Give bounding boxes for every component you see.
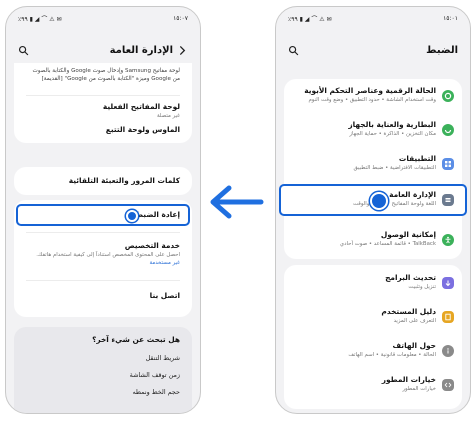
- item-title: الحالة الرقمية وعناصر التحكم الأبوية: [304, 86, 436, 95]
- suggestion-link[interactable]: زمن توقف الشاشة: [14, 371, 192, 380]
- status-bar: ٪٩٩ ▮ ◢ ⌒ ⚠ ✉ ١٥:٠٧: [18, 13, 188, 23]
- settings-group-1: الحالة الرقمية وعناصر التحكم الأبوية وقت…: [279, 79, 467, 259]
- keyboard-description: لوحة مفاتيح Samsung وإدخال صوت Google وا…: [32, 68, 180, 82]
- item-title: خيارات المطور: [381, 375, 436, 384]
- item-subtitle: التطبيقات الافتراضية • ضبط التطبيق: [353, 165, 436, 171]
- item-title: كلمات المرور والتعبئة التلقائية: [68, 176, 180, 185]
- screen-header: الإدارة العامة: [18, 41, 188, 59]
- suggestion-text: شريط التنقل: [145, 354, 180, 362]
- tap-indicator: [126, 210, 138, 222]
- suggestion-link[interactable]: حجم الخط ونمطه: [14, 388, 192, 397]
- suggestion-text: زمن توقف الشاشة: [129, 371, 180, 379]
- software-update-item[interactable]: تحديث البرامج تنزيل وتثبيت: [284, 273, 462, 291]
- search-button[interactable]: [288, 45, 299, 56]
- item-title: خدمة التخصيص: [124, 241, 180, 250]
- left-arrow-icon: [210, 185, 264, 219]
- item-subtitle: خيارات المطور: [402, 386, 436, 392]
- page-title: الإدارة العامة: [109, 44, 173, 56]
- status-time: ١٥:٠١: [443, 14, 458, 22]
- suggestion-link[interactable]: شريط التنقل: [14, 354, 192, 363]
- passwords-card: كلمات المرور والتعبئة التلقائية: [14, 167, 192, 195]
- item-title: حول الهاتف: [392, 341, 437, 350]
- keyboard-list-item[interactable]: لوحة مفاتيح Samsung وإدخال صوت Google وا…: [14, 67, 192, 83]
- apps-item[interactable]: التطبيقات التطبيقات الافتراضية • ضبط الت…: [284, 154, 462, 172]
- divider: [26, 280, 180, 281]
- search-button[interactable]: [18, 45, 29, 56]
- search-icon: [18, 45, 29, 55]
- physical-keyboard-item[interactable]: لوحة المفاتيح الفعلية غير متصلة: [14, 102, 192, 120]
- phone-general-management: ٪٩٩ ▮ ◢ ⌒ ⚠ ✉ ١٥:٠٧ الإدارة العامة لوحة …: [5, 6, 201, 414]
- item-title: الإدارة العامة: [389, 190, 436, 199]
- customization-service-item[interactable]: خدمة التخصيص احصل على المحتوى المخصص است…: [14, 241, 192, 267]
- item-title: دليل المستخدم: [381, 307, 436, 316]
- item-title: إعادة الضبط: [135, 210, 180, 219]
- phone-settings: ٪٩٩ ▮ ◢ ⌒ ⚠ ✉ ١٥:٠١ الضبط الحالة الرقمية…: [275, 6, 471, 414]
- settings-group-2: تحديث البرامج تنزيل وتثبيت دليل المستخدم…: [284, 265, 462, 409]
- suggestions-title: هل تبحث عن شيء آخر؟: [92, 335, 180, 344]
- item-subtitle: وقت استخدام الشاشة • حدود التطبيق • وضع …: [308, 97, 436, 103]
- status-time: ١٥:٠٧: [173, 14, 188, 22]
- item-title: البطارية والعناية بالجهاز: [348, 120, 436, 129]
- search-icon: [288, 45, 299, 55]
- item-status: غير مستخدمة: [149, 260, 180, 266]
- reset-card: إعادة الضبط خدمة التخصيص احصل على المحتو…: [14, 200, 192, 317]
- item-title: إمكانية الوصول: [380, 230, 436, 239]
- about-phone-item[interactable]: حول الهاتف الحالة • معلومات قانونية • اس…: [284, 341, 462, 359]
- item-subtitle: غير متصلة: [157, 113, 180, 119]
- item-subtitle: TalkBack • قائمة المساعد • صوت أحادي: [339, 241, 436, 247]
- item-title: لوحة المفاتيح الفعلية: [102, 102, 180, 111]
- back-chevron-icon[interactable]: [177, 45, 188, 56]
- status-icons: ٪٩٩ ▮ ◢ ⌒ ⚠ ✉: [18, 15, 62, 23]
- status-bar: ٪٩٩ ▮ ◢ ⌒ ⚠ ✉ ١٥:٠١: [288, 13, 458, 23]
- suggestion-text: حجم الخط ونمطه: [132, 388, 180, 396]
- item-title: التطبيقات: [398, 154, 436, 163]
- item-subtitle: تنزيل وتثبيت: [408, 284, 436, 290]
- accessibility-item[interactable]: إمكانية الوصول TalkBack • قائمة المساعد …: [284, 230, 462, 248]
- divider: [26, 95, 180, 96]
- suggestions-panel: هل تبحث عن شيء آخر؟ شريط التنقل زمن توقف…: [14, 327, 192, 413]
- mouse-trackpad-item[interactable]: الماوس ولوحة التتبع: [14, 125, 192, 135]
- item-title: الماوس ولوحة التتبع: [105, 125, 180, 134]
- reset-item[interactable]: إعادة الضبط: [14, 210, 192, 220]
- item-subtitle: التعرف على المزيد: [393, 318, 436, 324]
- item-subtitle: مكان التخزين • الذاكرة • حماية الجهاز: [349, 131, 436, 137]
- user-manual-item[interactable]: دليل المستخدم التعرف على المزيد: [284, 307, 462, 325]
- status-icons: ٪٩٩ ▮ ◢ ⌒ ⚠ ✉: [288, 15, 332, 23]
- contact-us-item[interactable]: اتصل بنا: [14, 291, 192, 301]
- item-title: تحديث البرامج: [385, 273, 436, 282]
- screen-header: الضبط: [288, 41, 458, 59]
- tap-indicator: [370, 192, 388, 210]
- suggestions-header: هل تبحث عن شيء آخر؟: [14, 335, 192, 345]
- item-subtitle: الحالة • معلومات قانونية • اسم الهاتف: [348, 352, 436, 358]
- divider: [26, 232, 180, 233]
- passwords-autofill-item[interactable]: كلمات المرور والتعبئة التلقائية: [14, 176, 192, 186]
- developer-options-item[interactable]: خيارات المطور خيارات المطور: [284, 375, 462, 393]
- item-title: اتصل بنا: [149, 291, 180, 300]
- item-subtitle: اللغة ولوحة المفاتيح • التاريخ والوقت: [352, 201, 436, 207]
- digital-wellbeing-item[interactable]: الحالة الرقمية وعناصر التحكم الأبوية وقت…: [284, 86, 462, 104]
- page-title: الضبط: [426, 44, 458, 56]
- battery-device-care-item[interactable]: البطارية والعناية بالجهاز مكان التخزين •…: [284, 120, 462, 138]
- item-subtitle: احصل على المحتوى المخصص استناداً إلى كيف…: [36, 252, 180, 258]
- keyboard-card: لوحة مفاتيح Samsung وإدخال صوت Google وا…: [14, 63, 192, 143]
